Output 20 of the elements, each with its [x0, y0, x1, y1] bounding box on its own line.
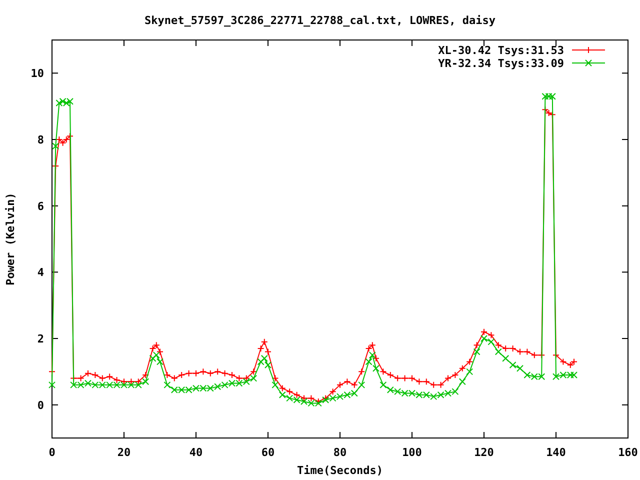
x-tick-label: 40 — [189, 446, 203, 459]
x-tick-label: 20 — [117, 446, 131, 459]
x-tick-label: 100 — [402, 446, 422, 459]
x-tick-label: 160 — [618, 446, 638, 459]
y-tick-label: 8 — [37, 134, 44, 146]
y-tick-label: 10 — [30, 67, 44, 80]
x-tick-label: 60 — [261, 446, 275, 459]
chart-title: Skynet_57597_3C286_22771_22788_cal.txt, LOWRES, daisy — [144, 14, 496, 27]
y-tick-label: 0 — [37, 398, 44, 412]
x-axis-label: Time(Seconds) — [296, 464, 384, 477]
y-tick-label: 6 — [37, 200, 44, 213]
x-tick-label: 80 — [333, 446, 347, 459]
y-tick-label: 4 — [37, 266, 44, 280]
legend-label: YR-32.34 Tsys:33.09 — [438, 57, 564, 70]
x-tick-label: 140 — [546, 446, 566, 459]
legend-label: XL-30.42 Tsys:31.53 — [438, 44, 564, 57]
y-axis-label: Power (Kelvin) — [4, 192, 17, 286]
x-tick-label: 120 — [474, 446, 494, 459]
y-tick-label: 2 — [37, 332, 44, 346]
x-tick-label: 0 — [48, 446, 56, 459]
